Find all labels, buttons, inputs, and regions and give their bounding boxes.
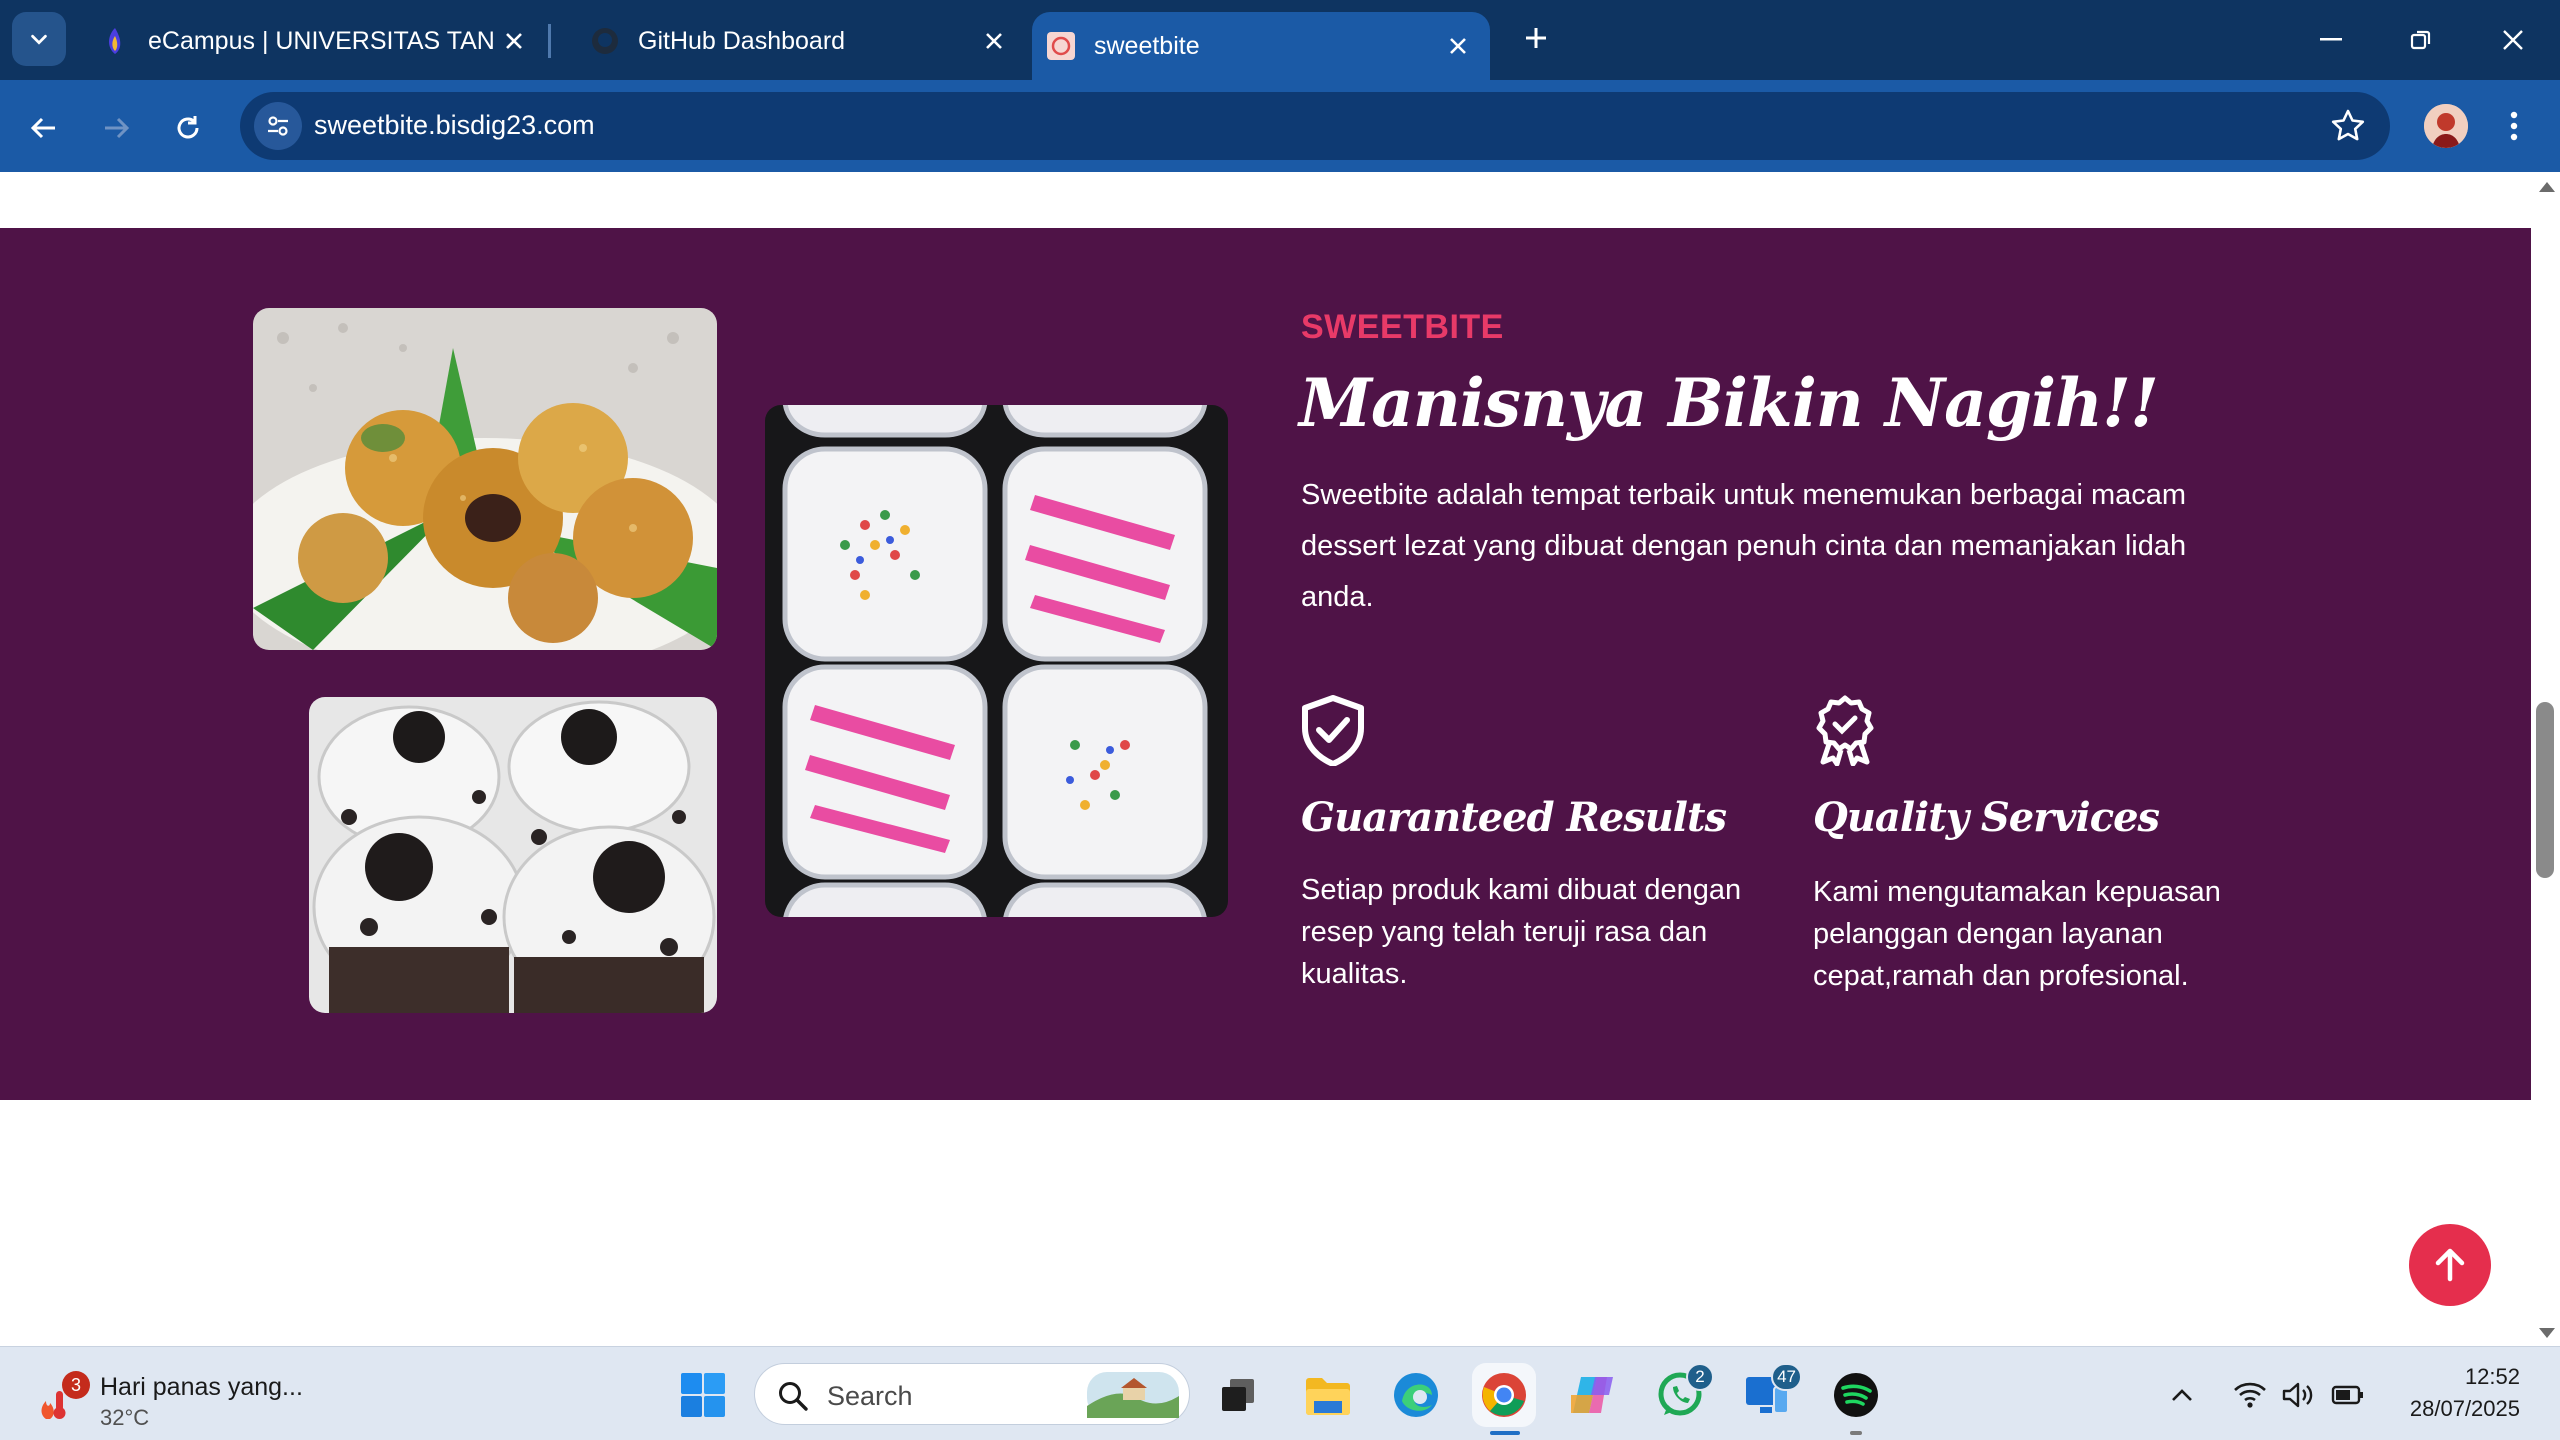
section-kicker: SWEETBITE bbox=[1301, 308, 1504, 346]
url-text: sweetbite.bisdig23.com bbox=[314, 110, 595, 140]
chrome-icon bbox=[1482, 1373, 1526, 1417]
restore-button[interactable] bbox=[2376, 12, 2466, 68]
tab-strip: eCampus | UNIVERSITAS TANGERANG GitHub D… bbox=[0, 0, 2560, 80]
task-view-icon bbox=[1222, 1379, 1254, 1411]
plus-icon bbox=[1526, 28, 1546, 48]
tab-title: eCampus | UNIVERSITAS TANGERANG bbox=[148, 26, 494, 55]
chrome-button[interactable] bbox=[1478, 1369, 1530, 1435]
windows-taskbar: 3 Hari panas yang... 32°C Search 2 47 12… bbox=[0, 1346, 2560, 1440]
clock-date: 28/07/2025 bbox=[2409, 1396, 2520, 1421]
arrow-left-icon bbox=[30, 117, 55, 139]
new-tab-button[interactable] bbox=[1516, 18, 1556, 58]
tune-icon bbox=[268, 116, 288, 136]
feature-title-guaranteed: Guaranteed Results bbox=[1301, 794, 1727, 841]
chevron-up-icon bbox=[2172, 1389, 2192, 1401]
spotify-icon bbox=[1834, 1373, 1878, 1417]
scroll-up-arrow-icon[interactable] bbox=[2539, 182, 2555, 192]
search-icon bbox=[779, 1382, 808, 1411]
phone-link-button[interactable]: 47 bbox=[1742, 1363, 1802, 1421]
close-icon bbox=[2503, 30, 2523, 50]
taskbar-search[interactable]: Search bbox=[754, 1363, 1190, 1425]
scrollbar-thumb[interactable] bbox=[2536, 702, 2554, 878]
profile-avatar[interactable] bbox=[2424, 104, 2468, 148]
search-highlight-icon bbox=[1087, 1372, 1179, 1418]
minimize-button[interactable] bbox=[2286, 12, 2376, 68]
minimize-icon bbox=[2320, 38, 2342, 41]
tab-divider bbox=[548, 24, 551, 58]
tab-title: sweetbite bbox=[1094, 31, 1200, 60]
reload-button[interactable] bbox=[164, 104, 212, 152]
file-explorer-button[interactable] bbox=[1302, 1369, 1354, 1421]
whatsapp-button[interactable]: 2 bbox=[1654, 1363, 1714, 1421]
chevron-down-icon bbox=[31, 34, 47, 45]
phone-link-badge: 47 bbox=[1771, 1363, 1802, 1391]
speaker-icon bbox=[2282, 1382, 2313, 1408]
show-hidden-icons-button[interactable] bbox=[2162, 1369, 2202, 1421]
feature-text-guaranteed: Setiap produk kami dibuat dengan resep y… bbox=[1301, 874, 1742, 990]
battery-icon bbox=[2331, 1385, 2363, 1405]
bookmark-star-icon[interactable] bbox=[2328, 106, 2368, 146]
weather-widget[interactable]: 3 Hari panas yang... 32°C bbox=[30, 1359, 310, 1430]
fried-dessert-balls-photo bbox=[253, 308, 717, 650]
close-tab-icon[interactable] bbox=[974, 21, 1014, 61]
wifi-status[interactable] bbox=[2228, 1369, 2272, 1421]
tab-ecampus[interactable]: eCampus | UNIVERSITAS TANGERANG bbox=[66, 12, 546, 70]
volume-status[interactable] bbox=[2276, 1369, 2320, 1421]
close-window-button[interactable] bbox=[2468, 12, 2558, 68]
restore-icon bbox=[2410, 30, 2431, 50]
section-headline: Manisnya Bikin Nagih!! bbox=[1299, 364, 2159, 442]
page-scrollbar[interactable] bbox=[2531, 172, 2560, 1346]
more-vertical-icon bbox=[2510, 111, 2518, 141]
section-description: Sweetbite adalah tempat terbaik untuk me… bbox=[1301, 479, 2187, 613]
github-icon bbox=[590, 26, 620, 56]
feature-title-quality: Quality Services bbox=[1813, 794, 2160, 841]
weather-badge: 3 bbox=[62, 1371, 90, 1399]
scroll-down-arrow-icon[interactable] bbox=[2539, 1328, 2555, 1338]
feature-text-quality: Kami mengutamakan kepuasan pelanggan den… bbox=[1813, 876, 2221, 992]
weather-temp: 32°C bbox=[100, 1405, 150, 1430]
tab-title: GitHub Dashboard bbox=[638, 26, 846, 55]
oreo-cream-cups-photo bbox=[309, 697, 717, 1013]
battery-status[interactable] bbox=[2326, 1369, 2370, 1421]
sprinkle-dessert-boxes-photo bbox=[765, 405, 1228, 917]
tab-search-button[interactable] bbox=[12, 12, 66, 66]
address-bar[interactable]: sweetbite.bisdig23.com bbox=[240, 92, 2390, 160]
ecampus-logo-icon bbox=[100, 26, 130, 56]
site-info-button[interactable] bbox=[254, 102, 302, 150]
running-app-indicator bbox=[1850, 1431, 1862, 1435]
active-app-indicator bbox=[1490, 1431, 1520, 1435]
start-button[interactable] bbox=[677, 1369, 729, 1421]
forward-button[interactable] bbox=[92, 104, 140, 152]
wifi-icon bbox=[2234, 1382, 2266, 1408]
arrow-right-icon bbox=[105, 117, 130, 139]
spotify-button[interactable] bbox=[1830, 1369, 1882, 1435]
tab-github[interactable]: GitHub Dashboard bbox=[556, 12, 1026, 70]
award-badge-icon bbox=[1811, 694, 1879, 767]
back-button[interactable] bbox=[20, 104, 68, 152]
clock-time: 12:52 bbox=[2464, 1364, 2520, 1389]
shield-check-icon bbox=[1299, 694, 1367, 767]
edge-button[interactable] bbox=[1390, 1369, 1442, 1421]
about-section: SWEETBITE Manisnya Bikin Nagih!! Sweetbi… bbox=[0, 228, 2531, 1100]
reload-icon bbox=[177, 116, 199, 139]
page-viewport: SWEETBITE Manisnya Bikin Nagih!! Sweetbi… bbox=[0, 172, 2560, 1346]
sweetbite-favicon-icon bbox=[1046, 31, 1076, 61]
browser-menu-button[interactable] bbox=[2492, 104, 2536, 148]
close-tab-icon[interactable] bbox=[1438, 26, 1478, 66]
copilot-button[interactable] bbox=[1566, 1369, 1618, 1421]
search-label: Search bbox=[827, 1381, 913, 1411]
arrow-up-icon bbox=[2435, 1248, 2465, 1282]
task-view-button[interactable] bbox=[1212, 1369, 1264, 1421]
clock[interactable]: 12:52 28/07/2025 bbox=[2390, 1361, 2520, 1425]
tab-sweetbite[interactable]: sweetbite bbox=[1032, 12, 1490, 80]
whatsapp-badge: 2 bbox=[1686, 1363, 1714, 1391]
windows-logo-icon bbox=[681, 1373, 725, 1417]
close-tab-icon[interactable] bbox=[494, 21, 534, 61]
weather-text: Hari panas yang... bbox=[100, 1373, 303, 1401]
copilot-icon bbox=[1571, 1377, 1613, 1413]
back-to-top-button[interactable] bbox=[2409, 1224, 2491, 1306]
edge-icon bbox=[1394, 1373, 1438, 1417]
folder-icon bbox=[1306, 1378, 1350, 1415]
